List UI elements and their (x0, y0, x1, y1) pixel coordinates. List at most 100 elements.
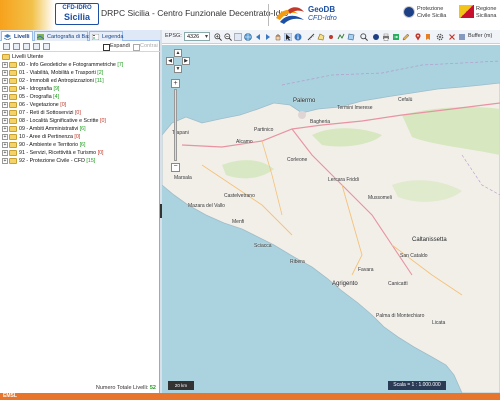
collapse-button[interactable]: Contrai (133, 43, 158, 51)
pan-control: ▲ ◀ ▶ ▼ (166, 49, 190, 73)
tree-item-count: [2] (97, 70, 104, 76)
expand-toggle-icon[interactable]: + (2, 118, 8, 124)
legend-icon (92, 34, 99, 40)
tree-item-text: 92 - Protezione Civile - CFD [15] (19, 157, 95, 165)
place-label: Bagheria (310, 119, 331, 125)
info-icon[interactable] (294, 33, 302, 41)
tab-cartografia-di-base[interactable]: Cartografia di Base (34, 31, 94, 41)
previous-extent-icon[interactable] (254, 33, 262, 41)
select-pointer-icon[interactable] (284, 33, 292, 41)
boundary-line (281, 60, 500, 86)
expand-toggle-icon[interactable]: + (2, 134, 8, 140)
pan-hand-icon[interactable] (274, 33, 282, 41)
location-pin-icon[interactable] (414, 33, 422, 41)
add-layer-icon[interactable] (3, 43, 10, 50)
zoom-box-icon[interactable] (234, 33, 242, 41)
tree-item-count: [9] (53, 86, 60, 92)
expand-toggle-icon[interactable]: + (2, 70, 8, 76)
map-toolbar: EPSG: 4326 Buffer (m) (162, 30, 500, 44)
layers-panel: Livelli Cartografia di Base Legenda Espa… (0, 30, 160, 393)
place-label: Mazara del Vallo (188, 203, 225, 209)
folder-icon (9, 70, 17, 76)
measure-line-icon[interactable] (307, 33, 315, 41)
logo-line-2: Sicilia (63, 12, 90, 22)
folder-icon (9, 94, 17, 100)
expand-toggle-icon[interactable]: + (2, 86, 8, 92)
tree-item-text: 07 - Reti di Sottoservizi [0] (19, 109, 81, 117)
draw-line-icon[interactable] (337, 33, 345, 41)
tree-item-label: 01 - Viabilità, Mobilità e Trasporti (19, 70, 96, 76)
place-label: San Cataldo (400, 253, 428, 259)
pan-up-icon[interactable]: ▲ (174, 49, 182, 57)
tree-item-label: 07 - Reti di Sottoservizi (19, 110, 74, 116)
expand-toggle-icon[interactable]: + (2, 158, 8, 164)
layers-total-footer: Numero Totale Livelli: 52 (0, 383, 160, 393)
tree-root-livelli-utente[interactable]: Livelli Utente (2, 53, 44, 61)
place-label: Canicattì (388, 281, 408, 287)
tree-item-text: 10 - Aree di Pertinenza [0] (19, 133, 80, 141)
tree-item-label: 91 - Servizi, Ricettività e Turismo (19, 150, 97, 156)
tree-item-label: 06 - Vegetazione (19, 102, 59, 108)
epsg-select[interactable]: 4326 (184, 32, 210, 41)
tab-legenda[interactable]: Legenda (89, 31, 123, 41)
place-label: Favara (358, 267, 374, 273)
remove-layer-icon[interactable] (13, 43, 20, 50)
search-icon[interactable] (360, 33, 368, 41)
tree-item-count: [0] (60, 102, 67, 108)
list-icon[interactable] (458, 33, 466, 41)
header-divider (268, 4, 269, 26)
total-layers-count: 52 (149, 385, 156, 391)
settings-gear-icon[interactable] (436, 33, 444, 41)
tree-item-label: 09 - Ambiti Amministrativi (19, 126, 79, 132)
zoom-slider[interactable] (174, 89, 177, 161)
layer-order-icon[interactable] (43, 43, 50, 50)
tree-item-text: 01 - Viabilità, Mobilità e Trasporti [2] (19, 69, 103, 77)
tab-livelli[interactable]: Livelli (1, 31, 33, 41)
expand-toggle-icon[interactable]: + (2, 62, 8, 68)
folder-icon (9, 102, 17, 108)
export-icon[interactable] (392, 33, 400, 41)
regione-siciliana-logo-icon (459, 5, 474, 18)
tree-item-count: [11] (95, 78, 104, 84)
place-label: Castelvetrano (224, 193, 255, 199)
circle-select-icon[interactable] (372, 33, 380, 41)
map-viewport[interactable]: Palermo Trapani Marsala Mazara del Vallo… (162, 45, 500, 393)
delete-icon[interactable] (448, 33, 456, 41)
globe-icon[interactable] (244, 33, 252, 41)
expand-toggle-icon[interactable]: + (2, 110, 8, 116)
expand-toggle-icon[interactable]: + (2, 102, 8, 108)
pan-down-icon[interactable]: ▼ (174, 65, 182, 73)
tree-item-text: 06 - Vegetazione [0] (19, 101, 66, 109)
expand-toggle-icon[interactable]: + (2, 78, 8, 84)
zoom-out-button[interactable]: − (171, 163, 180, 172)
expand-toggle-icon[interactable]: + (2, 150, 8, 156)
zoom-in-tool-icon[interactable] (214, 33, 222, 41)
expand-toggle-icon[interactable]: + (2, 94, 8, 100)
folder-icon (9, 118, 17, 124)
tab-label: Legenda (102, 34, 124, 40)
place-label: Licata (432, 320, 446, 326)
zoom-out-tool-icon[interactable] (224, 33, 232, 41)
measure-area-icon[interactable] (317, 33, 325, 41)
draw-polygon-icon[interactable] (347, 33, 355, 41)
map-basemap (162, 60, 500, 393)
zoom-in-button[interactable]: + (171, 79, 180, 88)
edit-pencil-icon[interactable] (402, 33, 410, 41)
pan-right-icon[interactable]: ▶ (182, 57, 190, 65)
draw-point-icon[interactable] (327, 33, 335, 41)
tree-item-text: 00 - Info Geodetiche e Fotogrammetriche … (19, 61, 123, 69)
expand-toggle-icon[interactable]: + (2, 126, 8, 132)
tree-item-count: [6] (79, 126, 86, 132)
tab-label: Cartografia di Base (47, 34, 95, 40)
place-label: Partinico (254, 127, 274, 133)
layer-filter-icon[interactable] (33, 43, 40, 50)
layer-properties-icon[interactable] (23, 43, 30, 50)
expand-button[interactable]: Espandi (103, 43, 130, 51)
bookmark-icon[interactable] (424, 33, 432, 41)
print-icon[interactable] (382, 33, 390, 41)
protezione-civile-label: Protezione Civile Sicilia (417, 6, 447, 19)
pan-left-icon[interactable]: ◀ (166, 57, 174, 65)
next-extent-icon[interactable] (264, 33, 272, 41)
regione-siciliana-label: Regione Siciliana (476, 6, 497, 19)
expand-toggle-icon[interactable]: + (2, 142, 8, 148)
